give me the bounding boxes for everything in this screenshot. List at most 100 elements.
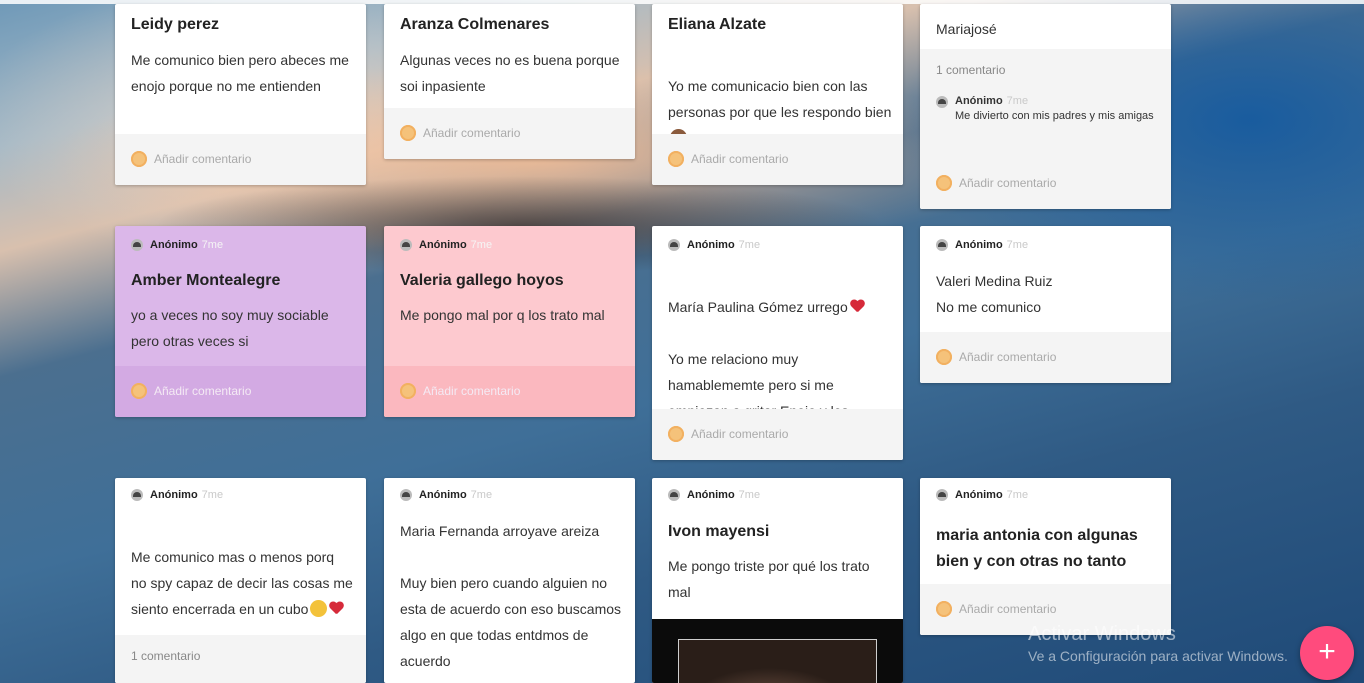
post-author: Anónimo 7me xyxy=(668,488,760,502)
post-author: Anónimo 7me xyxy=(668,238,760,252)
post-card-amber[interactable]: Anónimo 7me Amber Montealegre yo a veces… xyxy=(115,226,366,417)
post-card-aranza[interactable]: Aranza Colmenares Algunas veces no es bu… xyxy=(384,4,635,159)
post-footer: Añadir comentario xyxy=(384,108,635,159)
post-footer: 1 comentario Anónimo 7me Me divierto con… xyxy=(920,49,1171,209)
post-body: Mariajosé xyxy=(936,21,997,37)
post-author: Anónimo 7me xyxy=(131,488,223,502)
post-title: Ivon mayensi xyxy=(668,523,770,540)
post-body: yo a veces no soy muy sociable pero otra… xyxy=(131,307,329,349)
add-comment-label: Añadir comentario xyxy=(691,427,789,441)
post-card-cubo[interactable]: Anónimo 7me Me comunico mas o menos porq… xyxy=(115,478,366,683)
post-body: Maria Fernanda arroyave areiza Muy bien … xyxy=(400,523,622,669)
photo-frame xyxy=(678,639,877,683)
post-body: Me comunico bien pero abeces me enojo po… xyxy=(131,52,349,94)
anonymous-avatar-icon xyxy=(936,95,948,108)
post-card-eliana[interactable]: Eliana Alzate Yo me comunicacio bien con… xyxy=(652,4,903,185)
comment-count[interactable]: 1 comentario xyxy=(936,63,1005,77)
author-name: Anónimo xyxy=(687,489,735,501)
user-avatar-icon xyxy=(131,383,147,399)
post-card-ivon[interactable]: Anónimo 7me Ivon mayensi Me pongo triste… xyxy=(652,478,903,683)
anonymous-avatar-icon xyxy=(131,239,143,251)
anonymous-avatar-icon xyxy=(936,239,948,251)
add-comment-button[interactable]: Añadir comentario xyxy=(936,349,1056,365)
add-comment-button[interactable]: Añadir comentario xyxy=(131,151,251,167)
add-comment-label: Añadir comentario xyxy=(959,350,1057,364)
post-time: 7me xyxy=(738,239,761,251)
anonymous-avatar-icon xyxy=(400,489,412,501)
post-name: María Paulina Gómez urrego xyxy=(668,299,848,315)
add-comment-button[interactable]: Añadir comentario xyxy=(400,383,520,399)
anonymous-avatar-icon xyxy=(131,489,143,501)
anonymous-avatar-icon xyxy=(668,489,680,501)
add-comment-button[interactable]: Añadir comentario xyxy=(936,601,1056,617)
author-name: Anónimo xyxy=(955,489,1003,501)
post-body: Algunas veces no es buena porque soi inp… xyxy=(400,52,620,94)
post-time: 7me xyxy=(738,489,761,501)
user-avatar-icon xyxy=(668,151,684,167)
post-footer: Añadir comentario xyxy=(920,332,1171,383)
author-name: Anónimo xyxy=(150,489,198,501)
post-title: Valeria gallego hoyos xyxy=(400,272,564,289)
comment-item: Anónimo 7me Me divierto con mis padres y… xyxy=(936,94,1161,124)
add-comment-button[interactable]: Añadir comentario xyxy=(668,151,788,167)
post-title: Eliana Alzate xyxy=(668,16,767,33)
user-avatar-icon xyxy=(936,175,952,191)
windows-activation-watermark: Activar Windows Ve a Configuración para … xyxy=(1028,623,1288,664)
post-card-leidy[interactable]: Leidy perez Me comunico bien pero abeces… xyxy=(115,4,366,185)
post-time: 7me xyxy=(470,239,493,251)
user-avatar-icon xyxy=(400,125,416,141)
post-time: 7me xyxy=(1006,489,1029,501)
post-body: Me comunico mas o menos porq no spy capa… xyxy=(131,518,353,622)
add-comment-label: Añadir comentario xyxy=(959,602,1057,616)
post-author: Anónimo 7me xyxy=(131,238,223,252)
add-post-button[interactable]: + xyxy=(1300,626,1354,680)
add-comment-button[interactable]: Añadir comentario xyxy=(131,383,251,399)
post-title: Amber Montealegre xyxy=(131,272,281,289)
user-avatar-icon xyxy=(131,151,147,167)
post-footer: Añadir comentario xyxy=(652,134,903,185)
add-comment-label: Añadir comentario xyxy=(423,384,521,398)
add-comment-label: Añadir comentario xyxy=(423,126,521,140)
comment-time: 7me xyxy=(1006,95,1029,107)
post-card-valeri[interactable]: Anónimo 7me Valeri Medina Ruiz No me com… xyxy=(920,226,1171,383)
post-footer: Añadir comentario xyxy=(384,366,635,417)
anonymous-avatar-icon xyxy=(400,239,412,251)
post-image[interactable] xyxy=(652,619,903,683)
author-name: Anónimo xyxy=(419,239,467,251)
author-name: Anónimo xyxy=(955,239,1003,251)
anonymous-avatar-icon xyxy=(668,239,680,251)
add-comment-button[interactable]: Añadir comentario xyxy=(400,125,520,141)
add-comment-button[interactable]: Añadir comentario xyxy=(936,175,1056,191)
post-name-line: María Paulina Gómez urrego xyxy=(668,294,893,320)
author-name: Anónimo xyxy=(150,239,198,251)
add-comment-label: Añadir comentario xyxy=(959,176,1057,190)
post-title: Leidy perez xyxy=(131,16,220,33)
post-card-mariajose[interactable]: Mariajosé 1 comentario Anónimo 7me Me di… xyxy=(920,4,1171,209)
post-time: 7me xyxy=(201,489,224,501)
post-card-maria-paulina[interactable]: Anónimo 7me María Paulina Gómez urrego Y… xyxy=(652,226,903,460)
post-card-maria-fernanda[interactable]: Anónimo 7me Maria Fernanda arroyave arei… xyxy=(384,478,635,683)
post-author: Anónimo 7me xyxy=(400,488,492,502)
post-footer: Añadir comentario xyxy=(652,409,903,460)
add-comment-button[interactable]: Añadir comentario xyxy=(668,426,788,442)
post-body: Me pongo mal por q los trato mal xyxy=(400,307,605,323)
add-comment-label: Añadir comentario xyxy=(154,152,252,166)
heart-emoji-icon xyxy=(850,300,865,314)
add-comment-label: Añadir comentario xyxy=(154,384,252,398)
comment-count[interactable]: 1 comentario xyxy=(131,649,200,663)
post-body: Me pongo triste por qué los trato mal xyxy=(668,558,870,600)
post-body-text: Yo me comunicacio bien con las personas … xyxy=(668,78,892,120)
worried-face-emoji-icon xyxy=(310,600,328,617)
post-author: Anónimo 7me xyxy=(936,238,1028,252)
anonymous-avatar-icon xyxy=(936,489,948,501)
post-time: 7me xyxy=(470,489,493,501)
post-card-valeria[interactable]: Anónimo 7me Valeria gallego hoyos Me pon… xyxy=(384,226,635,417)
post-author: Anónimo 7me xyxy=(400,238,492,252)
user-avatar-icon xyxy=(936,349,952,365)
user-avatar-icon xyxy=(400,383,416,399)
add-comment-label: Añadir comentario xyxy=(691,152,789,166)
user-avatar-icon xyxy=(668,426,684,442)
post-body: Valeri Medina Ruiz No me comunico xyxy=(936,273,1053,315)
comment-author: Anónimo xyxy=(955,95,1003,107)
post-card-maria-antonia[interactable]: Anónimo 7me maria antonia con algunas bi… xyxy=(920,478,1171,635)
